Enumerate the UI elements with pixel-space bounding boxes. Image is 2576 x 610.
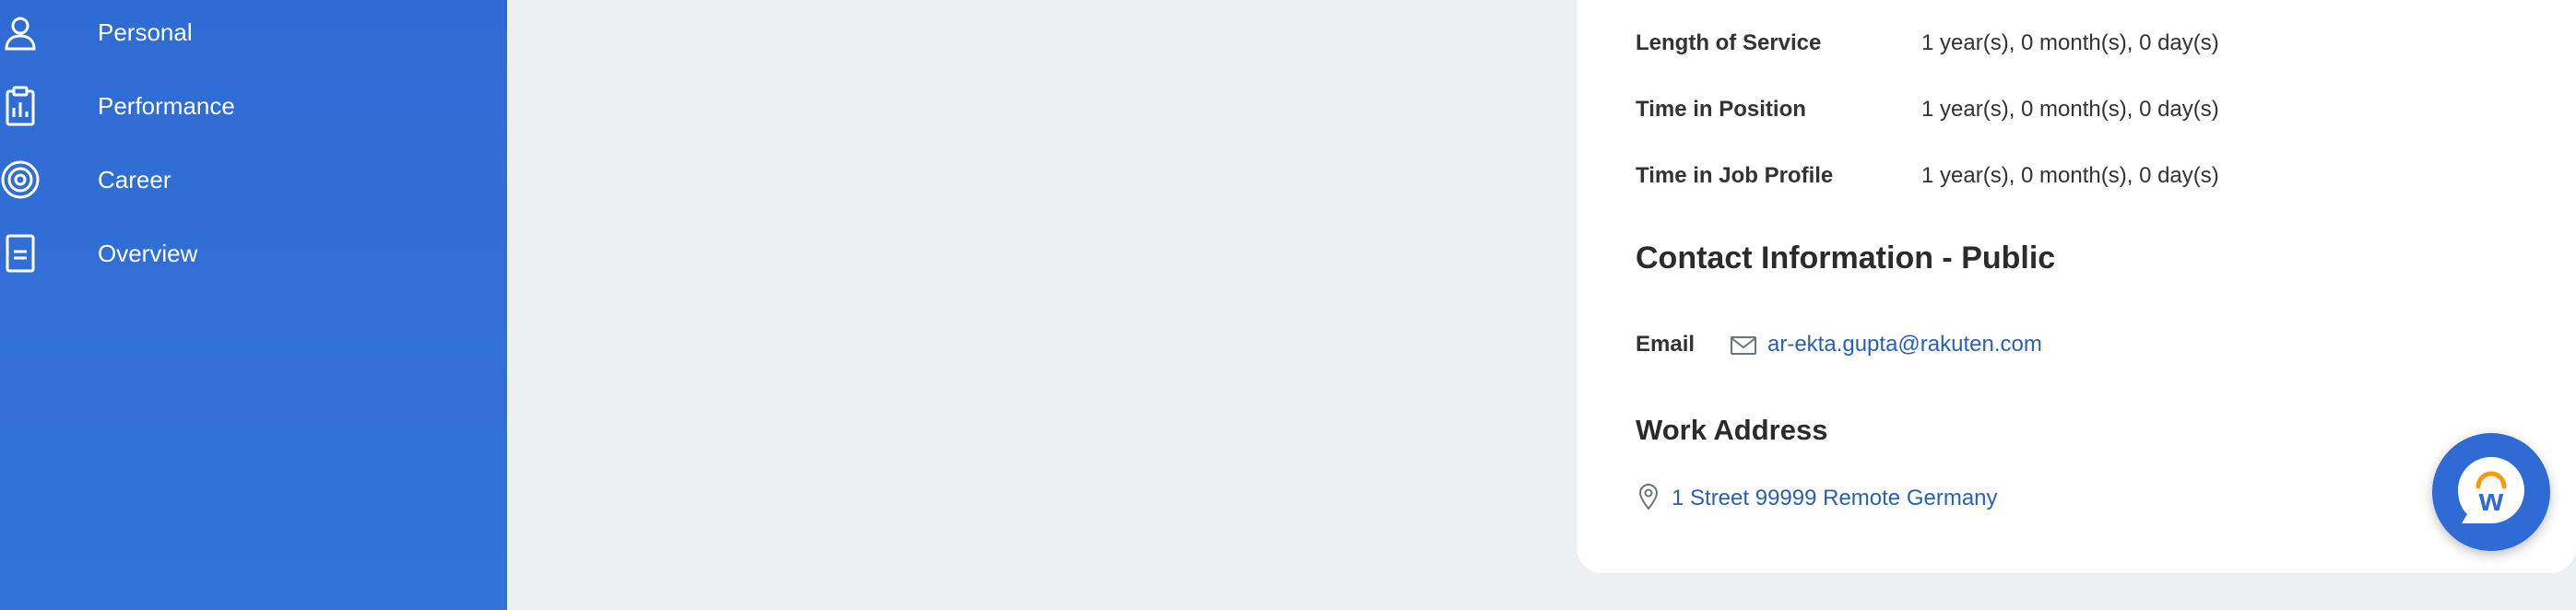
- sidebar-item-career[interactable]: Career: [0, 152, 507, 207]
- chat-logo-letter: w: [2478, 483, 2504, 518]
- target-icon: [0, 159, 41, 200]
- workday-logo-icon: w: [2458, 457, 2524, 523]
- work-address-link[interactable]: 1 Street 99999 Remote Germany: [1672, 486, 1998, 511]
- email-link[interactable]: ar-ekta.gupta@rakuten.com: [1767, 332, 2042, 358]
- contact-heading: Contact Information - Public: [1636, 240, 2056, 276]
- location-pin-icon: [1637, 483, 1660, 510]
- sidebar-item-personal[interactable]: Personal: [0, 5, 507, 60]
- field-value: 1 year(s), 0 month(s), 0 day(s): [1921, 97, 2219, 122]
- field-value: 1 year(s), 0 month(s), 0 day(s): [1921, 163, 2219, 188]
- clipboard-chart-icon: [0, 86, 41, 126]
- mail-icon: [1730, 334, 1757, 358]
- sidebar-item-label: Career: [98, 165, 171, 194]
- sidebar-item-label: Overview: [98, 239, 198, 267]
- sidebar-item-label: Personal: [98, 18, 193, 46]
- person-icon: [0, 12, 41, 53]
- field-label: Length of Service: [1636, 30, 1822, 55]
- chat-assistant-button[interactable]: w: [2432, 433, 2550, 551]
- sidebar-item-label: Performance: [98, 91, 235, 120]
- field-label: Time in Position: [1636, 97, 1806, 122]
- email-label: Email: [1636, 332, 1696, 357]
- document-icon: [0, 233, 41, 274]
- field-value: 1 year(s), 0 month(s), 0 day(s): [1921, 30, 2219, 55]
- sidebar: Personal Performance Career Overview: [0, 0, 507, 610]
- work-address-heading: Work Address: [1636, 414, 1828, 446]
- field-label: Time in Job Profile: [1636, 163, 1834, 188]
- sidebar-item-overview[interactable]: Overview: [0, 226, 507, 281]
- sidebar-item-performance[interactable]: Performance: [0, 78, 507, 134]
